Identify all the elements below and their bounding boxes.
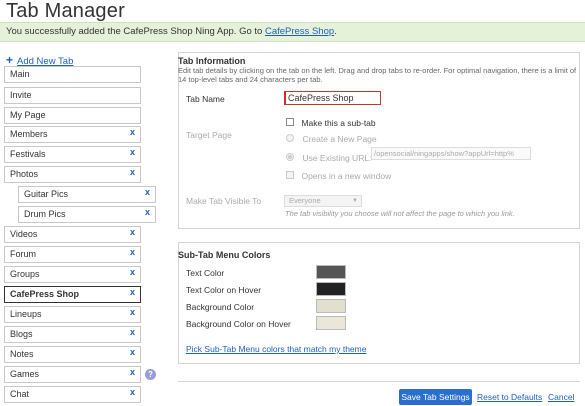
tab-label: My Page (10, 110, 46, 120)
remove-tab-icon[interactable]: x (130, 305, 135, 320)
subtab-guitar-pics[interactable]: Guitar Pics x (18, 186, 156, 203)
background-hover-color-swatch[interactable] (316, 316, 346, 330)
page-title: Tab Manager (6, 0, 125, 22)
visible-to-select[interactable]: Everyone ▼ (284, 195, 362, 207)
footer-divider (178, 381, 580, 382)
remove-tab-icon[interactable]: x (130, 365, 135, 380)
sub-tab-colors-heading: Sub-Tab Menu Colors (178, 250, 271, 260)
tab-label: CafePress Shop (10, 289, 80, 299)
tab-videos[interactable]: Videos x (4, 226, 141, 243)
tab-label: Chat (10, 389, 30, 399)
text-hover-color-label: Text Color on Hover (186, 285, 262, 295)
background-hover-color-label: Background Color on Hover (186, 319, 291, 329)
text-hover-color-swatch[interactable] (316, 282, 346, 296)
sub-tab-label: Make this a sub-tab (301, 118, 376, 128)
create-page-radio[interactable] (286, 134, 294, 142)
background-color-label: Background Color (186, 302, 255, 312)
remove-tab-icon[interactable]: x (130, 265, 135, 280)
tab-forum[interactable]: Forum x (4, 246, 141, 263)
remove-tab-icon[interactable]: x (130, 285, 135, 300)
use-existing-url-radio[interactable] (286, 153, 294, 161)
tab-blogs[interactable]: Blogs x (4, 326, 141, 343)
tab-festivals[interactable]: Festivals x (4, 146, 141, 163)
tab-label: Guitar Pics (24, 189, 69, 199)
new-window-label: Opens in a new window (301, 171, 392, 181)
tab-label: Notes (10, 349, 34, 359)
remove-tab-icon[interactable]: x (130, 225, 135, 240)
visible-to-label: Make Tab Visible To (186, 196, 262, 206)
use-existing-url-label: Use Existing URL: (302, 153, 372, 163)
text-color-label: Text Color (186, 268, 225, 278)
tab-label: Forum (10, 249, 37, 259)
tab-notes[interactable]: Notes x (4, 346, 141, 363)
create-page-label: Create a New Page (302, 134, 377, 144)
remove-tab-icon[interactable]: x (130, 245, 135, 260)
tab-label: Members (10, 129, 48, 139)
tab-label: Videos (10, 229, 38, 239)
tab-name-label: Tab Name (186, 94, 225, 104)
success-notice: You successfully added the CafePress Sho… (0, 22, 585, 42)
existing-url-input[interactable]: /opensocial/ningapps/show?appUrl=http% (371, 147, 531, 160)
remove-tab-icon[interactable]: x (145, 205, 150, 220)
sub-tab-checkbox[interactable] (286, 118, 294, 126)
tab-chat[interactable]: Chat x (4, 386, 141, 403)
tab-photos[interactable]: Photos x (4, 166, 141, 183)
chevron-down-icon: ▼ (352, 198, 358, 204)
remove-tab-icon[interactable]: x (130, 125, 135, 140)
tab-label: Games (10, 369, 40, 379)
target-page-label: Target Page (186, 130, 232, 140)
tab-label: Invite (10, 90, 32, 100)
remove-tab-icon[interactable]: x (130, 325, 135, 340)
tab-main[interactable]: Main (4, 66, 141, 83)
remove-tab-icon[interactable]: x (130, 345, 135, 360)
create-page-option[interactable]: Create a New Page (286, 129, 377, 147)
text-color-swatch[interactable] (316, 265, 346, 279)
background-color-swatch[interactable] (316, 299, 346, 313)
tab-information-description: Edit tab details by clicking on the tab … (178, 66, 577, 84)
tab-invite[interactable]: Invite (4, 87, 141, 104)
tab-groups[interactable]: Groups x (4, 266, 141, 283)
tab-label: Lineups (10, 309, 42, 319)
visible-to-value: Everyone (289, 196, 321, 205)
save-tab-settings-button[interactable]: Save Tab Settings (399, 389, 472, 405)
notice-period: . (334, 26, 337, 37)
tab-members[interactable]: Members x (4, 126, 141, 143)
match-theme-link[interactable]: Pick Sub-Tab Menu colors that match my t… (186, 344, 366, 354)
add-new-tab-link[interactable]: + Add New Tab (6, 53, 73, 67)
remove-tab-icon[interactable]: x (130, 165, 135, 180)
tab-information-heading: Tab Information (178, 56, 246, 66)
new-window-option[interactable]: Opens in a new window (286, 166, 391, 184)
tab-cafepress-shop[interactable]: CafePress Shop x (4, 286, 141, 303)
tab-label: Blogs (10, 329, 33, 339)
tab-label: Festivals (10, 149, 46, 159)
help-icon[interactable]: ? (145, 369, 156, 380)
tab-label: Photos (10, 169, 39, 179)
subtab-drum-pics[interactable]: Drum Pics x (18, 206, 156, 223)
cancel-link[interactable]: Cancel (548, 392, 574, 402)
remove-tab-icon[interactable]: x (145, 185, 150, 200)
remove-tab-icon[interactable]: x (130, 385, 135, 400)
tab-lineups[interactable]: Lineups x (4, 306, 141, 323)
notice-text: You successfully added the CafePress Sho… (6, 26, 265, 37)
cafepress-shop-link[interactable]: CafePress Shop (265, 26, 334, 37)
tab-label: Main (10, 69, 30, 79)
remove-tab-icon[interactable]: x (130, 145, 135, 160)
tab-games[interactable]: Games x (4, 366, 141, 383)
tab-my-page[interactable]: My Page (4, 107, 141, 124)
reset-to-defaults-link[interactable]: Reset to Defaults (477, 392, 542, 402)
plus-icon: + (6, 53, 14, 67)
tab-label: Groups (10, 269, 40, 279)
tab-label: Drum Pics (24, 209, 66, 219)
use-existing-url-option[interactable]: Use Existing URL: (286, 148, 371, 166)
new-window-checkbox[interactable] (286, 171, 294, 179)
visibility-note: The tab visibility you choose will not a… (285, 209, 515, 218)
tab-name-input[interactable]: CafePress Shop (284, 91, 381, 105)
